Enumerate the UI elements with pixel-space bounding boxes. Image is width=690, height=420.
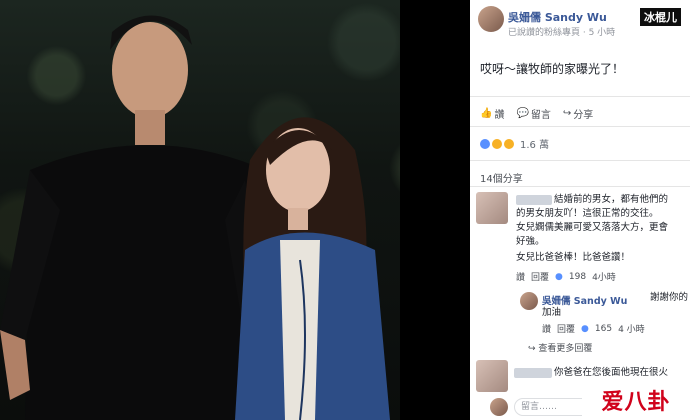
comment-line: 你爸爸在您後面他現在很火 [554, 367, 669, 378]
post-text: 哎呀～讓牧師的家曝光了！ [480, 62, 625, 76]
reply-meta: 讚 回覆 ● 165 4 小時 [542, 322, 645, 336]
divider [470, 186, 690, 187]
like-icon: 👍 [480, 108, 493, 119]
comment-line: 女兒比爸爸棒！比爸爸讚！ [516, 252, 631, 263]
share-label: 分享 [573, 110, 594, 121]
reply-arrow-icon: ↪ [528, 344, 539, 354]
like-count-icon: ● [581, 323, 589, 334]
post-meta: 已說讚的粉絲專頁 · 5 小時 [508, 28, 616, 38]
like-reaction-icon [480, 138, 490, 149]
comment-like-link[interactable]: 讚 [516, 270, 525, 283]
share-button[interactable]: ↪ 分享 [563, 106, 593, 121]
haha-icon [492, 138, 502, 149]
commenter-name-blurred [516, 195, 552, 205]
reply-text: 謝謝你的 [650, 292, 689, 303]
comment-like-count: 198 [568, 271, 587, 282]
divider [470, 160, 690, 161]
photo-separator [400, 0, 470, 420]
viewer-avatar [490, 398, 508, 416]
reaction-summary[interactable]: 1.6 萬 [480, 136, 549, 151]
share-count[interactable]: 14個分享 [480, 170, 523, 185]
reply-reply-link[interactable]: 回覆 [557, 322, 575, 335]
comment-icon: 💬 [516, 108, 529, 119]
divider [470, 126, 690, 127]
author-name[interactable]: 吳姍儒 Sandy Wu [508, 9, 607, 25]
reply-author-name[interactable]: 吳姍儒 Sandy Wu [542, 293, 627, 307]
reply-like-link[interactable]: 讚 [542, 322, 551, 335]
reaction-count: 1.6 萬 [520, 140, 550, 151]
watermark-bottom: 爱八卦 [582, 380, 690, 420]
comment-line: 女兒嫻儒美麗可愛又落落大方，更會 [516, 222, 669, 233]
comment-reply-link[interactable]: 回覆 [531, 270, 549, 283]
comment-line: 好強。 [516, 236, 545, 247]
more-replies-label: 查看更多回覆 [538, 344, 593, 354]
reply-like-count: 165 [594, 323, 613, 334]
facebook-post-panel: 吳姍儒 Sandy Wu 已說讚的粉絲專頁 · 5 小時 冰棍儿 哎呀～讓牧師的… [470, 0, 690, 420]
reply-text: 加油 [542, 307, 562, 318]
comment-line: 結婚前的男女，都有他們的 [554, 194, 669, 205]
sad-icon [504, 138, 514, 149]
comment-label: 留言 [530, 110, 551, 121]
comment-meta: 讚 回覆 ● 198 4小時 [516, 270, 616, 284]
comment-line: 的男女朋友吖！這很正常的交往。 [516, 208, 659, 219]
reply-author-avatar[interactable] [520, 292, 538, 310]
post-actions: 👍 讚 💬 留言 ↪ 分享 [480, 106, 593, 121]
more-replies-link[interactable]: ↪ 查看更多回覆 [528, 341, 592, 354]
commenter-avatar[interactable] [476, 192, 508, 224]
man-figure [0, 15, 278, 420]
watermark-top: 冰棍儿 [640, 8, 681, 26]
commenter-name-blurred [514, 368, 552, 378]
share-icon: ↪ [562, 108, 572, 119]
like-label: 讚 [494, 110, 505, 121]
reply-time: 4 小時 [618, 325, 645, 335]
woman-figure [235, 117, 390, 420]
like-button[interactable]: 👍 讚 [480, 106, 504, 121]
divider [470, 96, 690, 97]
author-avatar[interactable] [478, 6, 504, 32]
comment-button[interactable]: 💬 留言 [516, 106, 550, 121]
comment-time: 4小時 [592, 273, 616, 283]
like-count-icon: ● [555, 271, 563, 282]
commenter-avatar[interactable] [476, 360, 508, 392]
